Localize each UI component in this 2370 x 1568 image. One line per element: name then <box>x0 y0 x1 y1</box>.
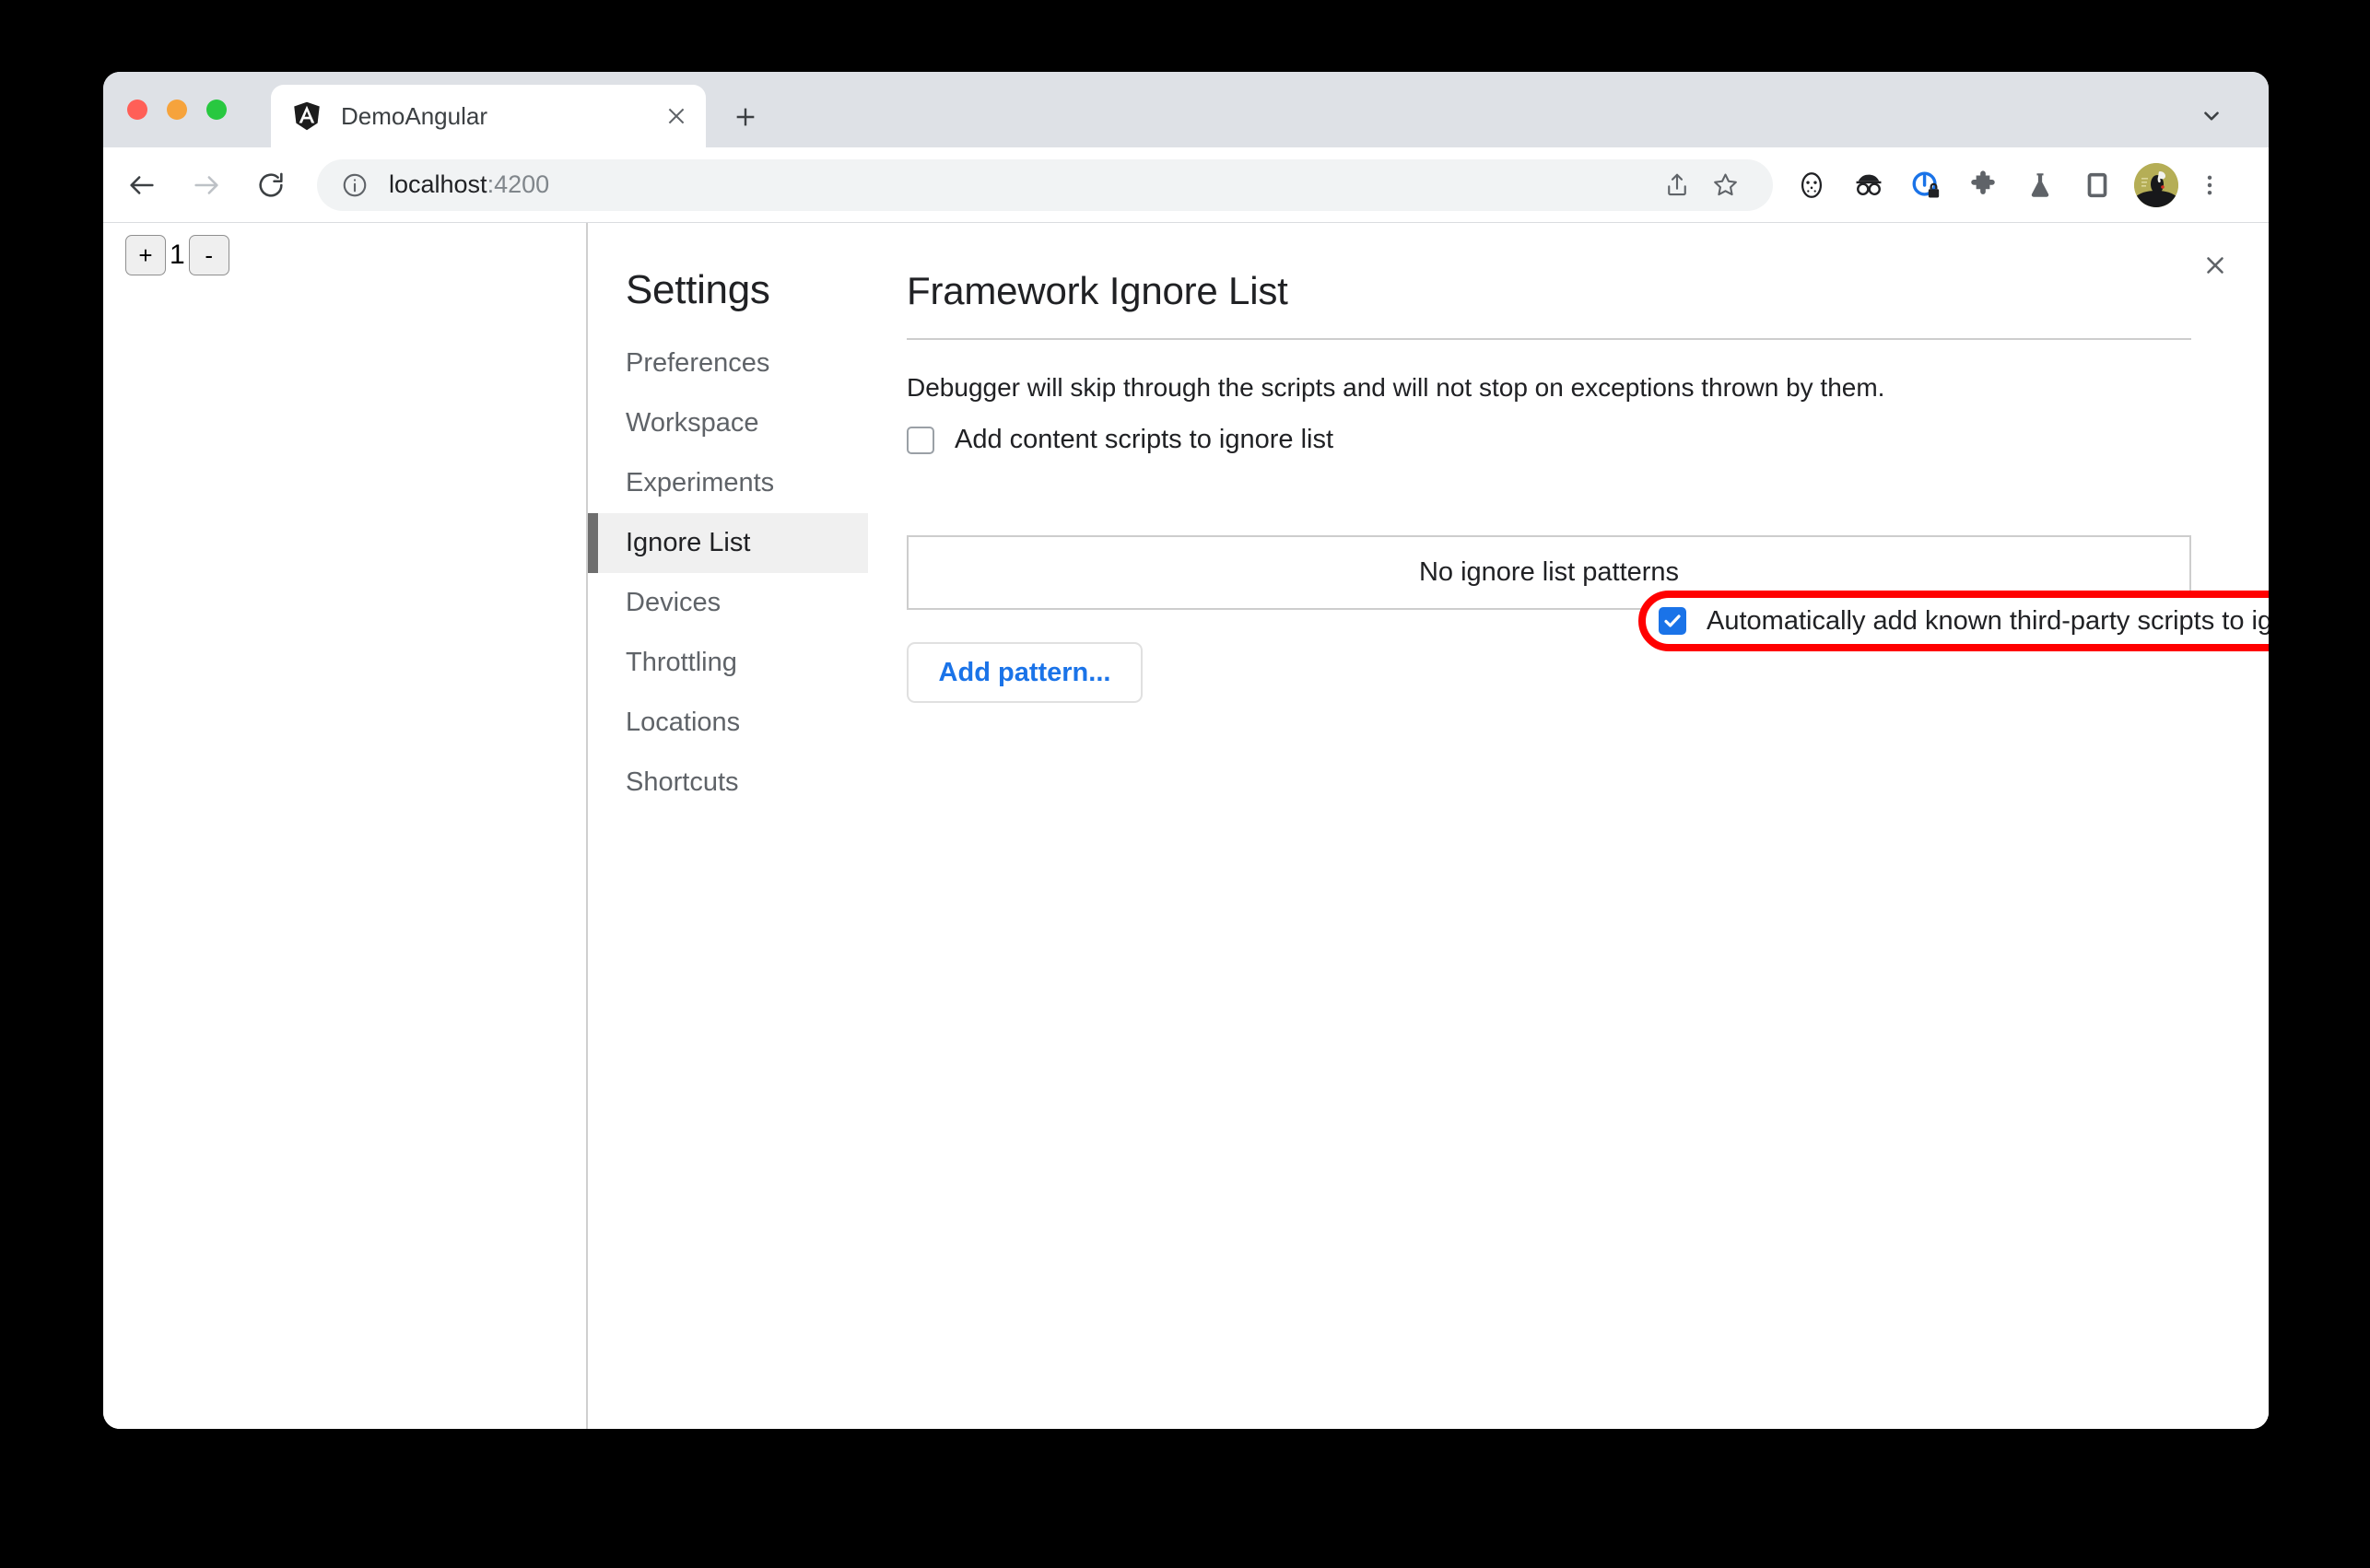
browser-window: DemoAngular localhost:4200 + 1 - Setting… <box>103 72 2269 1429</box>
hockey-mask-extension-icon[interactable] <box>1789 163 1834 207</box>
checkbox-add-content-scripts[interactable]: Add content scripts to ignore list <box>907 425 2191 455</box>
forward-button[interactable] <box>181 159 232 211</box>
settings-heading: Settings <box>626 267 770 312</box>
chevron-down-icon[interactable] <box>2191 96 2232 136</box>
checkbox-label: Add content scripts to ignore list <box>955 425 1334 454</box>
reload-button[interactable] <box>245 159 297 211</box>
extension-icons <box>1789 163 2119 207</box>
checkbox-icon[interactable] <box>907 426 934 454</box>
checkbox-label: Automatically add known third-party scri… <box>1707 605 2269 636</box>
sidebar-item-label: Shortcuts <box>626 767 739 797</box>
minimize-window-button[interactable] <box>167 99 187 120</box>
site-info-icon[interactable] <box>341 171 369 199</box>
checkbox-icon[interactable] <box>1659 607 1686 635</box>
privacy-lock-extension-icon[interactable] <box>1904 163 1948 207</box>
sidebar-item-label: Preferences <box>626 348 770 378</box>
maximize-window-button[interactable] <box>206 99 227 120</box>
page-title: Framework Ignore List <box>907 269 1288 312</box>
close-icon[interactable] <box>2193 243 2237 287</box>
sidebar-item-experiments[interactable]: Experiments <box>588 453 868 513</box>
star-icon[interactable] <box>1701 161 1749 209</box>
url-port: :4200 <box>487 170 550 198</box>
sidebar-item-workspace[interactable]: Workspace <box>588 393 868 453</box>
sidebar-item-throttling[interactable]: Throttling <box>588 633 868 693</box>
sidebar-item-locations[interactable]: Locations <box>588 693 868 753</box>
checkbox-auto-add-third-party-highlighted[interactable]: Automatically add known third-party scri… <box>1638 591 2269 651</box>
sidebar-item-shortcuts[interactable]: Shortcuts <box>588 753 868 813</box>
new-tab-button[interactable] <box>726 98 765 136</box>
sidebar-item-label: Devices <box>626 588 722 617</box>
close-window-button[interactable] <box>127 99 147 120</box>
sidebar-item-label: Throttling <box>626 648 737 677</box>
profile-avatar[interactable] <box>2134 162 2178 207</box>
zoom-value: 1 <box>170 240 185 270</box>
add-pattern-button[interactable]: Add pattern... <box>907 642 1143 703</box>
sidebar-item-ignore-list[interactable]: Ignore List <box>588 513 868 573</box>
sidebar-item-label: Locations <box>626 708 741 737</box>
og-glasses-extension-icon[interactable] <box>1847 163 1891 207</box>
address-bar[interactable]: localhost:4200 <box>317 158 1773 211</box>
tab-strip: DemoAngular <box>103 72 2269 147</box>
zoom-controls: + 1 - <box>125 235 229 275</box>
devtools-settings-dialog: Settings Preferences Workspace Experimen… <box>588 223 2269 1429</box>
angular-logo-icon <box>291 100 323 132</box>
browser-tab[interactable]: DemoAngular <box>271 85 706 147</box>
divider <box>907 338 2191 340</box>
close-icon[interactable] <box>660 99 693 133</box>
sidebar-item-label: Ignore List <box>626 528 751 557</box>
page-content: + 1 - Settings Preferences Workspace Exp… <box>103 223 2269 1429</box>
tab-title: DemoAngular <box>341 101 487 130</box>
puzzle-extensions-icon[interactable] <box>1961 163 2005 207</box>
url-host: localhost <box>389 170 487 198</box>
window-traffic-lights <box>127 99 227 120</box>
browser-toolbar: localhost:4200 <box>103 147 2269 223</box>
share-icon[interactable] <box>1653 161 1701 209</box>
angular-app-panel: + 1 - <box>103 223 588 1429</box>
sidebar-item-devices[interactable]: Devices <box>588 573 868 633</box>
zoom-in-button[interactable]: + <box>125 235 166 275</box>
settings-content-pane: Framework Ignore List Debugger will skip… <box>868 223 2269 1429</box>
sidebar-item-label: Experiments <box>626 468 775 497</box>
empty-state-text: No ignore list patterns <box>1418 557 1680 587</box>
zoom-out-button[interactable]: - <box>188 235 229 275</box>
url-text: localhost:4200 <box>389 170 549 199</box>
content-description: Debugger will skip through the scripts a… <box>907 373 1885 402</box>
browser-menu-button[interactable] <box>2188 163 2232 207</box>
back-button[interactable] <box>116 159 168 211</box>
settings-sidebar: Settings Preferences Workspace Experimen… <box>588 223 868 1429</box>
sidebar-item-label: Workspace <box>626 408 759 438</box>
sidebar-item-preferences[interactable]: Preferences <box>588 333 868 393</box>
side-panel-icon[interactable] <box>2075 163 2119 207</box>
flask-labs-icon[interactable] <box>2018 163 2062 207</box>
